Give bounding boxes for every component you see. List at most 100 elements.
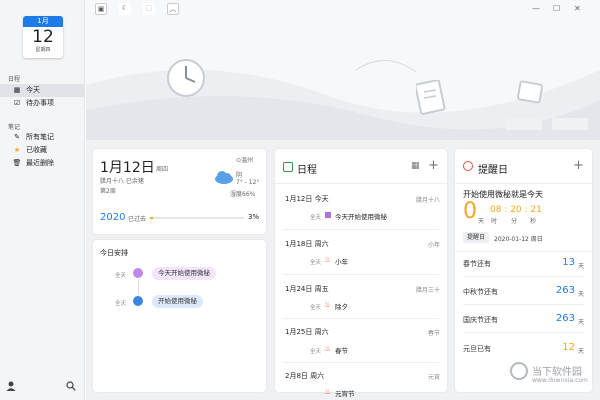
allday-label: 全天 — [115, 301, 127, 307]
plan-event-pill[interactable]: 开始使用微秘 — [152, 295, 203, 308]
year-progress-fill — [150, 217, 153, 219]
allday-label: 全天 — [115, 273, 127, 279]
document-icon — [416, 80, 446, 115]
sidebar-item-label: 待办事项 — [26, 99, 54, 107]
today-weekday: 周四 — [156, 166, 169, 173]
schedule-day-lunar: 春节 — [427, 330, 440, 337]
today-plan-card — [93, 240, 266, 392]
schedule-icon — [283, 162, 293, 172]
sidebar-item-todo[interactable]: ☑ 待办事项 — [0, 97, 85, 110]
calendar-icon-month: 1月 — [23, 16, 63, 27]
sidebar-item-label: 所有笔记 — [26, 133, 54, 141]
cloud-icon — [215, 171, 233, 184]
humidity-text: 湿度66% — [230, 191, 256, 198]
sidebar: 1月 12 星期四 日程 ▦ 今天 ☑ 待办事项 笔记 ✎ 所有笔记 ★ 已收藏… — [0, 0, 85, 400]
watermark-logo — [510, 362, 528, 380]
reminder-title: 提醒日 — [478, 165, 508, 176]
schedule-card — [275, 149, 447, 392]
allday-label: 全天 — [310, 349, 322, 355]
reminder-tag-date: 2020-01-12 周日 — [494, 236, 543, 243]
sidebar-toggle-button[interactable]: ▣ — [95, 3, 107, 15]
calendar-icon-weekday: 星期四 — [35, 47, 51, 53]
divider — [283, 318, 439, 319]
watermark-url: www.downxia.com — [532, 377, 588, 384]
divider — [463, 276, 584, 277]
schedule-day-date: 2月8日 周六 — [285, 372, 325, 380]
year-percent: 3% — [248, 213, 260, 221]
schedule-title: 日程 — [297, 165, 317, 176]
timeline-connector — [138, 279, 139, 295]
countdown-label: 中秋节还有 — [463, 288, 498, 296]
schedule-day-date: 1月12日 今天 — [285, 195, 329, 203]
user-icon[interactable] — [6, 381, 16, 391]
calendar-icon: ▦ — [13, 86, 21, 94]
app-window: 1月 12 星期四 日程 ▦ 今天 ☑ 待办事项 笔记 ✎ 所有笔记 ★ 已收藏… — [0, 0, 600, 400]
sidebar-item-today[interactable]: ▦ 今天 — [0, 84, 85, 97]
schedule-event[interactable]: 今天开始使用微秘 — [335, 211, 387, 221]
temperature-text: 7° - 12° — [236, 179, 260, 186]
countdown-value: 263 — [555, 285, 575, 296]
schedule-event[interactable]: 春节 — [335, 345, 348, 355]
allday-label: 全天 — [310, 305, 322, 311]
calendar-view-icon[interactable]: ▦ — [411, 161, 420, 171]
year-passed-label: 已过去 — [128, 216, 147, 223]
divider — [463, 332, 584, 333]
reminder-icon — [463, 161, 473, 171]
clock-icon — [167, 59, 205, 97]
hour-unit: 时 — [491, 218, 498, 225]
calendar-icon-day: 12 — [32, 27, 54, 47]
plan-event-pill[interactable]: 今天开始使用微秘 — [152, 267, 216, 280]
schedule-day-lunar: 腊月十八 — [415, 197, 440, 204]
schedule-day-date: 1月25日 周六 — [285, 328, 329, 336]
year-progress-bar — [150, 217, 244, 219]
chevron-up-icon[interactable]: ︿ — [167, 3, 179, 15]
week-number: 第2周 — [100, 188, 116, 195]
maximize-icon[interactable]: ☐ — [553, 4, 560, 13]
schedule-event[interactable]: 除夕 — [335, 301, 348, 311]
lantern-icon: ♨ — [324, 300, 332, 309]
lantern-icon: ♨ — [324, 344, 332, 353]
minute-unit: 分 — [511, 218, 518, 225]
countdown-label: 国庆节还有 — [463, 316, 498, 324]
add-schedule-button[interactable]: + — [428, 158, 439, 173]
calendar-date-icon[interactable]: 1月 12 星期四 — [23, 16, 63, 58]
sidebar-item-label: 最近删除 — [26, 159, 54, 167]
schedule-event[interactable]: 小年 — [335, 256, 348, 266]
location-text: 温州 — [241, 157, 254, 164]
sidebar-item-favorites[interactable]: ★ 已收藏 — [0, 144, 85, 157]
sidebar-item-trash[interactable]: 🗑 最近删除 — [0, 157, 85, 170]
hero-placeholder-button — [506, 118, 542, 130]
divider — [455, 251, 592, 252]
today-plan-title: 今日安排 — [100, 249, 128, 257]
today-date: 1月12日 — [100, 160, 155, 176]
divider — [455, 183, 592, 184]
note-icon — [133, 268, 143, 278]
countdown-label: 元旦已有 — [463, 345, 491, 353]
minimize-icon[interactable]: — — [532, 4, 540, 13]
lantern-icon: ♨ — [324, 255, 332, 264]
reminder-time: 08 : 20 : 21 — [490, 205, 542, 215]
calendar-illustration-icon — [516, 80, 544, 104]
add-reminder-button[interactable]: + — [573, 158, 584, 173]
countdown-value: 263 — [555, 313, 575, 324]
watermark-text: 当下软件园 — [532, 367, 582, 378]
countdown-label: 春节还有 — [463, 260, 491, 268]
allday-label: 全天 — [310, 260, 322, 266]
countdown-value: 13 — [562, 257, 575, 268]
sidebar-item-all-notes[interactable]: ✎ 所有笔记 — [0, 131, 85, 144]
schedule-event[interactable]: 元宵节 — [335, 388, 355, 398]
bell-icon — [133, 296, 143, 306]
moon-icon[interactable]: ☾ — [119, 3, 131, 15]
year-label: 2020 — [100, 212, 126, 223]
square-icon[interactable]: □ — [143, 3, 155, 15]
hero-placeholder-button — [552, 118, 588, 130]
allday-label: 全天 — [310, 215, 322, 221]
sidebar-item-label: 已收藏 — [26, 146, 47, 154]
star-icon: ★ — [13, 146, 21, 154]
reminder-card — [455, 149, 592, 392]
search-icon[interactable] — [66, 381, 76, 391]
close-icon[interactable]: ✕ — [574, 4, 581, 13]
divider — [283, 362, 439, 363]
trash-icon: 🗑 — [12, 159, 22, 167]
pen-icon: ✎ — [14, 133, 20, 141]
